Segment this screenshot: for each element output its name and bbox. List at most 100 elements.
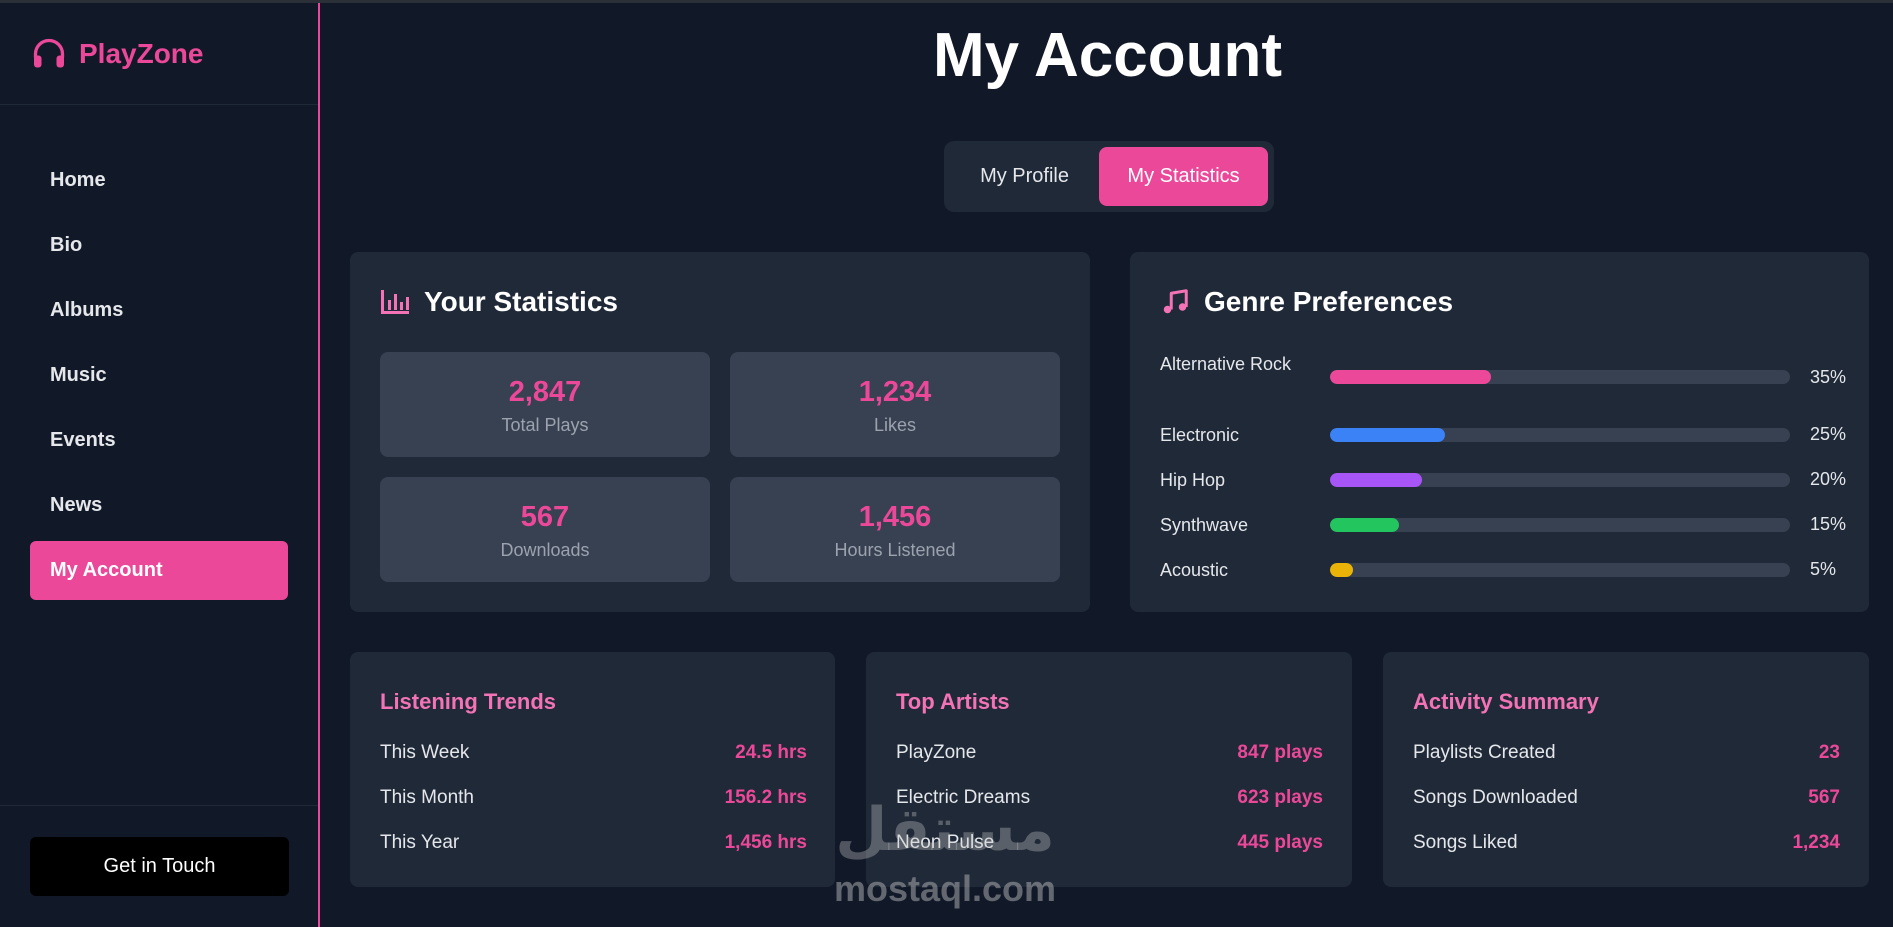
- row-label: Songs Liked: [1413, 832, 1518, 853]
- genre-row: Acoustic 5%: [1160, 558, 1840, 598]
- row-value: 847 plays: [1237, 742, 1323, 763]
- genre-name: Acoustic: [1160, 560, 1229, 580]
- your-statistics-card: Your Statistics 2,847 Total Plays 1,234 …: [350, 252, 1090, 612]
- sidebar-item-label: Music: [50, 364, 107, 386]
- genre-row: Alternative Rock 35%: [1160, 352, 1846, 392]
- sidebar-nav: Home Bio Albums Music Events News My Acc…: [0, 105, 318, 600]
- stat-likes: 1,234 Likes: [730, 352, 1060, 457]
- brand-name: PlayZone: [79, 37, 204, 69]
- row-value: 567: [1808, 787, 1840, 808]
- list-item: This Week 24.5 hrs: [380, 742, 807, 764]
- row-value: 623 plays: [1237, 787, 1323, 808]
- genre-bar-fill: [1330, 518, 1399, 532]
- sidebar-item-label: News: [50, 494, 103, 516]
- row-label: This Week: [380, 742, 470, 763]
- genre-percent: 25%: [1810, 424, 1847, 444]
- row-value: 1,234: [1792, 832, 1840, 853]
- list-item: Playlists Created 23: [1413, 742, 1840, 764]
- genre-name: Synthwave: [1160, 515, 1249, 535]
- row-label: PlayZone: [896, 742, 977, 763]
- stat-total-plays: 2,847 Total Plays: [380, 352, 710, 457]
- row-value: 1,456 hrs: [724, 832, 807, 853]
- sidebar-item-my-account[interactable]: My Account: [30, 541, 288, 600]
- row-value: 156.2 hrs: [724, 787, 807, 808]
- listening-trends-card: Listening Trends This Week 24.5 hrs This …: [350, 652, 835, 887]
- genre-percent: 5%: [1810, 559, 1837, 579]
- get-in-touch-button[interactable]: Get in Touch: [30, 837, 289, 896]
- watermark-arabic: مستقل: [835, 796, 1055, 863]
- genre-bar: [1330, 563, 1790, 577]
- sidebar-item-bio[interactable]: Bio: [30, 216, 288, 275]
- genre-bar: [1330, 518, 1790, 532]
- sidebar-footer: Get in Touch: [0, 805, 318, 927]
- stat-downloads: 567 Downloads: [380, 477, 710, 582]
- genre-row: Hip Hop 20%: [1160, 468, 1846, 508]
- tab-my-profile[interactable]: My Profile: [950, 147, 1099, 206]
- genre-bar-fill: [1330, 370, 1491, 384]
- card-header: Genre Preferences: [1160, 286, 1453, 318]
- stat-label: Downloads: [500, 540, 590, 560]
- list-item: This Year 1,456 hrs: [380, 832, 807, 854]
- card-title: Your Statistics: [424, 286, 618, 317]
- sidebar-item-news[interactable]: News: [30, 476, 288, 535]
- list-item: Songs Liked 1,234: [1413, 832, 1840, 854]
- genre-preferences-card: Genre Preferences Alternative Rock 35% E…: [1130, 252, 1869, 612]
- genre-name: Alternative Rock: [1160, 354, 1292, 374]
- sidebar-item-label: Albums: [50, 299, 124, 321]
- genre-bar-fill: [1330, 428, 1445, 442]
- sidebar-item-music[interactable]: Music: [30, 346, 288, 405]
- genre-name: Hip Hop: [1160, 470, 1226, 490]
- genre-name: Electronic: [1160, 425, 1240, 445]
- card-header: Your Statistics: [380, 286, 618, 318]
- genre-row: Electronic 25%: [1160, 423, 1846, 463]
- stat-value: 1,234: [858, 376, 932, 408]
- stat-value: 2,847: [508, 376, 582, 408]
- genre-percent: 35%: [1810, 367, 1847, 387]
- music-note-icon: [1163, 289, 1188, 314]
- sidebar-item-label: Bio: [50, 234, 83, 256]
- genre-bar: [1330, 370, 1790, 384]
- page-title: My Account: [932, 21, 1283, 90]
- stat-label: Total Plays: [501, 415, 589, 435]
- row-label: Songs Downloaded: [1413, 787, 1578, 808]
- stat-label: Hours Listened: [834, 540, 956, 560]
- stat-label: Likes: [873, 415, 917, 435]
- row-value: 23: [1818, 742, 1840, 763]
- stat-hours-listened: 1,456 Hours Listened: [730, 477, 1060, 582]
- row-value: 445 plays: [1237, 832, 1323, 853]
- genre-percent: 15%: [1810, 514, 1847, 534]
- bar-chart-icon: [381, 290, 409, 314]
- genre-bar-fill: [1330, 473, 1422, 487]
- genre-percent: 20%: [1810, 469, 1847, 489]
- list-item: PlayZone 847 plays: [896, 742, 1323, 764]
- tab-my-statistics[interactable]: My Statistics: [1099, 147, 1268, 206]
- card-title: Listening Trends: [380, 689, 557, 714]
- row-label: This Month: [380, 787, 474, 808]
- genre-row: Synthwave 15%: [1160, 513, 1846, 553]
- stat-value: 1,456: [858, 501, 932, 533]
- genre-bar: [1330, 428, 1790, 442]
- genre-bar: [1330, 473, 1790, 487]
- card-title: Activity Summary: [1413, 689, 1599, 714]
- brand[interactable]: PlayZone: [0, 3, 318, 105]
- sidebar-item-label: Home: [50, 169, 106, 191]
- activity-summary-card: Activity Summary Playlists Created 23 Son…: [1383, 652, 1869, 887]
- sidebar-item-events[interactable]: Events: [30, 411, 288, 470]
- row-label: This Year: [380, 832, 460, 853]
- sidebar-item-albums[interactable]: Albums: [30, 281, 288, 340]
- watermark-latin: mostaql.com: [833, 868, 1057, 909]
- list-item: Songs Downloaded 567: [1413, 787, 1840, 809]
- sidebar-item-label: Events: [50, 429, 116, 451]
- card-title: Top Artists: [896, 689, 1010, 714]
- card-title: Genre Preferences: [1204, 286, 1454, 317]
- account-tabs: My Profile My Statistics: [944, 141, 1274, 212]
- headphones-icon: [33, 38, 65, 67]
- sidebar: PlayZone Home Bio Albums Music Events Ne…: [0, 3, 320, 927]
- sidebar-item-home[interactable]: Home: [30, 151, 288, 210]
- row-value: 24.5 hrs: [735, 742, 807, 763]
- stat-value: 567: [520, 501, 570, 533]
- row-label: Playlists Created: [1413, 742, 1556, 763]
- list-item: This Month 156.2 hrs: [380, 787, 807, 809]
- sidebar-item-label: My Account: [50, 559, 163, 581]
- genre-bar-fill: [1330, 563, 1353, 577]
